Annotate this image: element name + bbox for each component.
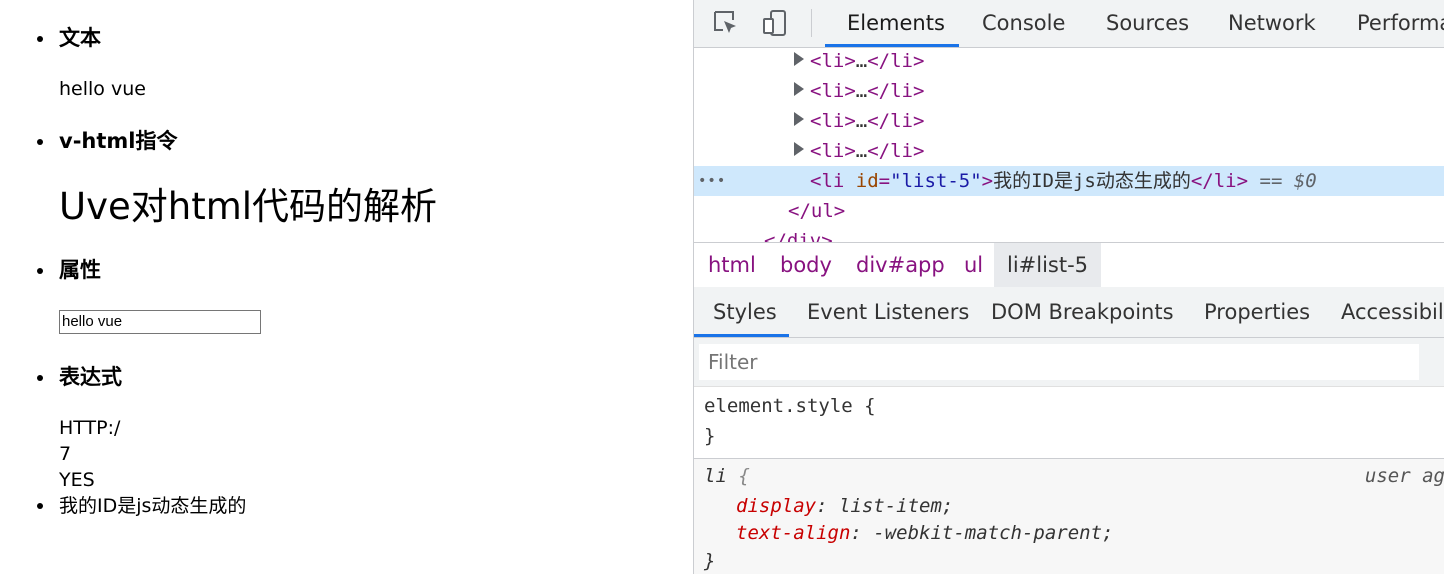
section-heading: 表达式 [59, 365, 122, 389]
dom-node[interactable]: <li>…</li> [694, 48, 1444, 76]
breadcrumb-ul[interactable]: ul [964, 243, 983, 287]
attribute-input[interactable] [59, 310, 261, 334]
subtab-dom-breakpoints[interactable]: DOM Breakpoints [991, 287, 1174, 337]
bullet [37, 503, 43, 509]
dom-tree[interactable]: <li>…</li> <li>…</li> <li>…</li> <li>…</… [694, 48, 1444, 242]
text-content: hello vue [59, 78, 146, 100]
breadcrumb-body[interactable]: body [780, 243, 832, 287]
bullet [37, 139, 43, 145]
breadcrumb-li-list-5[interactable]: li#list-5 [994, 243, 1102, 287]
style-declaration[interactable]: display: list-item; [736, 491, 953, 521]
active-subtab-indicator [694, 334, 789, 337]
user-agent-rule: li { user ag display: list-item; text-al… [694, 459, 1444, 574]
rendered-page: 文本 hello vue v-html指令 Uve对html代码的解析 属性 表… [0, 0, 694, 574]
devtools-panel: Elements Console Sources Network Perform… [693, 0, 1444, 574]
dom-node[interactable]: </div> [694, 226, 1444, 242]
ua-rule-header: li { [704, 465, 750, 487]
dom-node[interactable]: <li>…</li> [694, 136, 1444, 166]
styles-subtabs: Styles Event Listeners DOM Breakpoints P… [694, 287, 1444, 338]
tab-console[interactable]: Console [982, 0, 1065, 47]
rule-close-brace: } [704, 425, 716, 447]
bullet [37, 36, 43, 42]
element-style-rule: element.style { } [694, 387, 1444, 457]
tab-sources[interactable]: Sources [1106, 0, 1189, 47]
tab-performance[interactable]: Performa [1357, 0, 1444, 47]
expand-triangle-icon[interactable] [794, 52, 804, 66]
section-heading: 文本 [59, 26, 101, 50]
subtab-event-listeners[interactable]: Event Listeners [807, 287, 969, 337]
styles-filter-input[interactable] [699, 344, 1419, 380]
rule-close-brace: } [704, 550, 716, 572]
active-tab-indicator [825, 44, 959, 47]
dom-node[interactable]: <li>…</li> [694, 76, 1444, 106]
bullet [37, 375, 43, 381]
expand-triangle-icon[interactable] [794, 82, 804, 96]
device-toggle-icon[interactable] [762, 9, 790, 37]
dom-node[interactable]: <li>…</li> [694, 106, 1444, 136]
more-options-icon[interactable]: ••• [698, 174, 726, 188]
subtab-styles[interactable]: Styles [713, 287, 777, 337]
element-style-selector[interactable]: element.style { [704, 391, 876, 421]
breadcrumb-div-app[interactable]: div#app [856, 243, 945, 287]
tab-network[interactable]: Network [1228, 0, 1316, 47]
expression-line: YES [59, 469, 95, 491]
dom-node-selected[interactable]: ••• <li id="list-5">我的ID是js动态生成的</li> ==… [694, 166, 1444, 196]
section-heading: v-html指令 [59, 129, 178, 153]
expand-triangle-icon[interactable] [794, 142, 804, 156]
bullet [37, 268, 43, 274]
filter-bar [694, 338, 1444, 387]
devtools-toolbar: Elements Console Sources Network Perform… [694, 0, 1444, 48]
dom-node[interactable]: </ul> [694, 196, 1444, 226]
subtab-accessibility[interactable]: Accessibilit [1341, 287, 1444, 337]
tab-elements[interactable]: Elements [847, 0, 945, 47]
section-heading: 属性 [59, 258, 101, 282]
breadcrumb: html body div#app ul li#list-5 [694, 242, 1444, 288]
ua-stylesheet-origin: user ag [1364, 465, 1444, 487]
subtab-properties[interactable]: Properties [1204, 287, 1310, 337]
dynamic-item-text: 我的ID是js动态生成的 [59, 495, 247, 517]
expression-line: HTTP:/ [59, 417, 121, 439]
expand-triangle-icon[interactable] [794, 112, 804, 126]
style-declaration[interactable]: text-align: -webkit-match-parent; [736, 518, 1114, 548]
v-html-content: Uve对html代码的解析 [59, 185, 438, 228]
expression-line: 7 [59, 443, 72, 465]
inspect-element-icon[interactable] [712, 9, 740, 37]
breadcrumb-html[interactable]: html [708, 243, 756, 287]
styles-pane: element.style { } li { user ag display: … [694, 387, 1444, 574]
toolbar-divider [811, 9, 812, 37]
